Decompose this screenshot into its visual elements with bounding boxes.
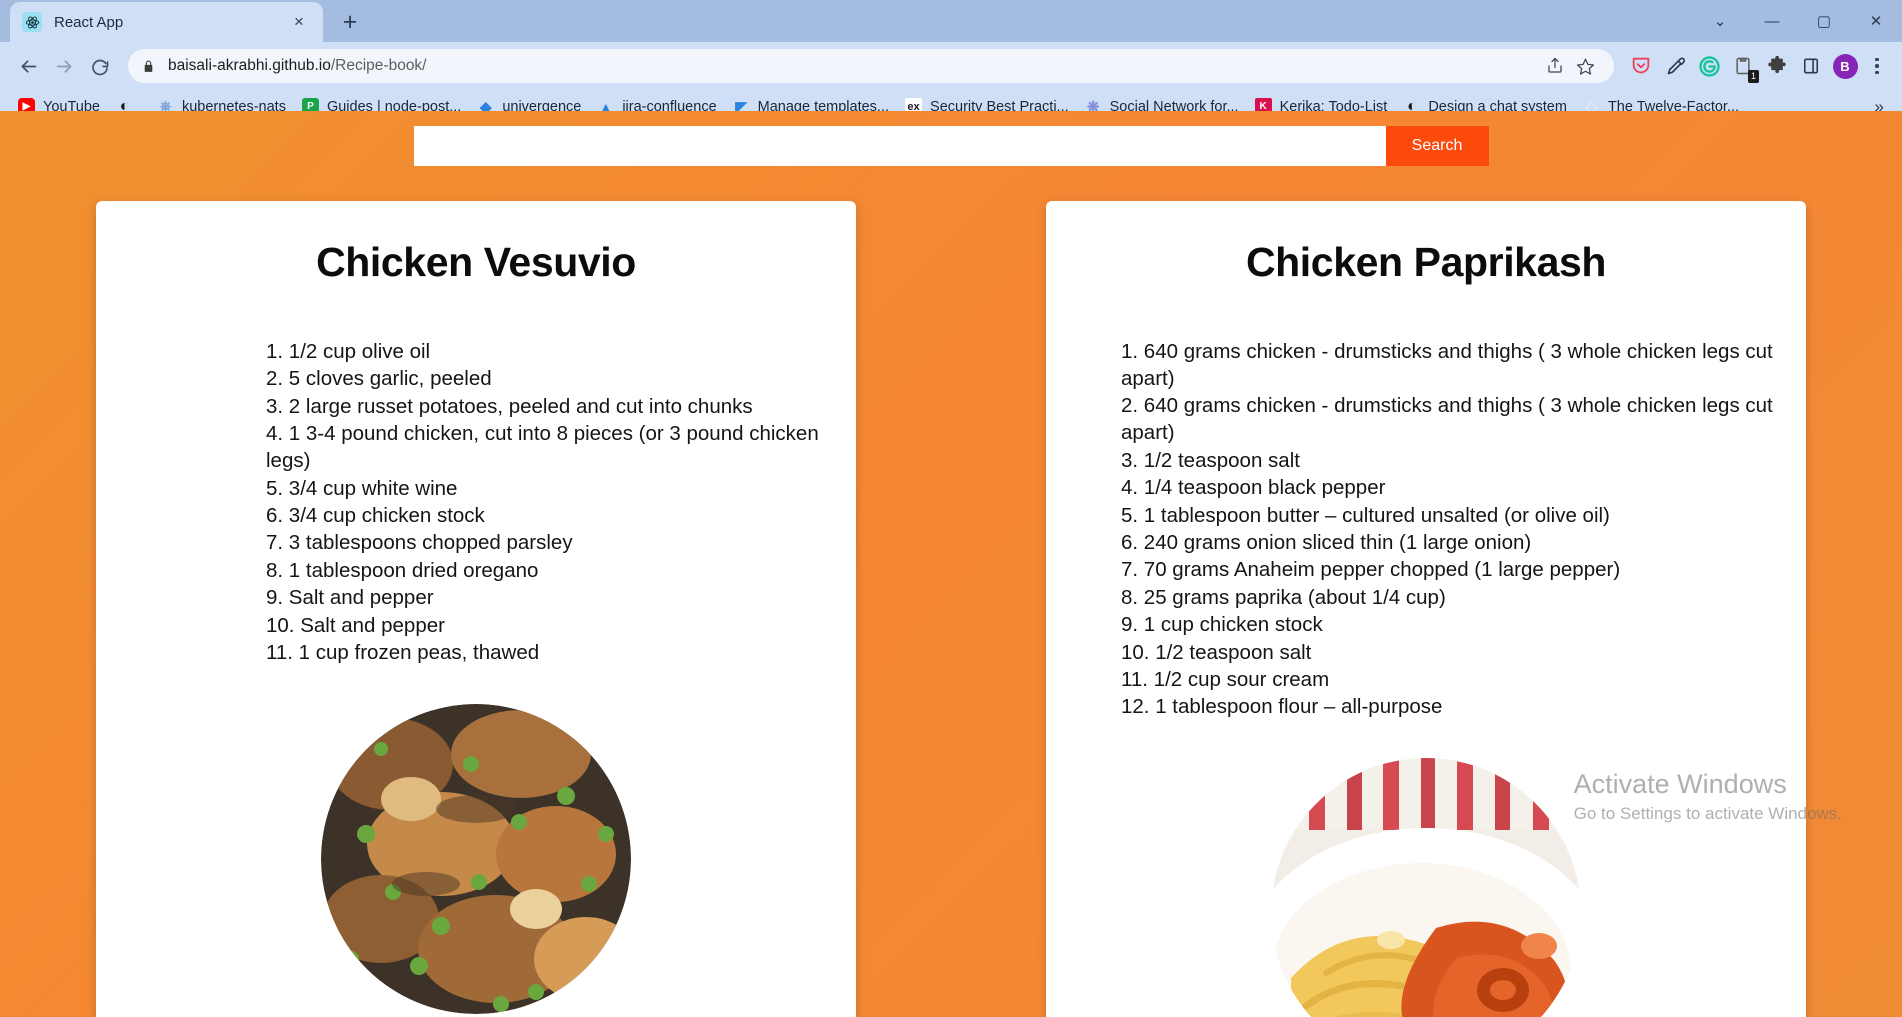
recipe-title: Chicken Paprikash [1245,239,1607,285]
ingredient-item: 2 large russet potatoes, peeled and cut … [96,393,856,420]
eyedropper-icon[interactable] [1658,49,1692,83]
back-icon[interactable] [10,48,46,84]
recipe-cards: Chicken Vesuvio 1/2 cup olive oil 5 clov… [0,166,1902,1017]
ingredient-item: 1 tablespoon flour – all-purpose [1046,693,1806,720]
ingredient-item: 1 tablespoon butter – cultured unsalted … [1046,502,1806,529]
ingredient-item: Salt and pepper [96,612,856,639]
reload-icon[interactable] [82,48,118,84]
tab-react-app[interactable]: React App × [10,2,323,42]
ingredient-item: 1/2 teaspoon salt [1046,447,1806,474]
search-button[interactable]: Search [1385,126,1489,166]
ingredient-item: 1 cup frozen peas, thawed [96,639,856,666]
close-window-icon[interactable]: ✕ [1850,0,1902,42]
recipe-image [1271,758,1581,1017]
pocket-icon[interactable] [1624,49,1658,83]
tab-strip: React App × + ⌄ — ▢ ✕ [0,0,1902,42]
ingredient-item: 70 grams Anaheim pepper chopped (1 large… [1046,556,1806,583]
recipe-title: Chicken Vesuvio [316,239,636,285]
sidebar-panel-icon[interactable] [1794,49,1828,83]
minimize-icon[interactable]: — [1746,0,1798,42]
forward-icon[interactable] [46,48,82,84]
browser-window: React App × + ⌄ — ▢ ✕ baisali-akrabhi.gi… [0,0,1902,1017]
url-host: baisali-akrabhi.github.io [168,57,331,74]
ingredient-item: 1/2 teaspoon salt [1046,639,1806,666]
ingredient-item: 1/2 cup olive oil [96,338,856,365]
ingredient-item: 240 grams onion sliced thin (1 large oni… [1046,529,1806,556]
browser-toolbar: baisali-akrabhi.github.io/Recipe-book/ 1… [0,42,1902,90]
grammarly-icon[interactable] [1692,49,1726,83]
ingredient-item: 3 tablespoons chopped parsley [96,529,856,556]
ingredient-item: 3/4 cup chicken stock [96,502,856,529]
window-controls: ⌄ — ▢ ✕ [1694,0,1902,42]
ingredient-item: 640 grams chicken - drumsticks and thigh… [1046,338,1806,392]
kebab-menu-icon[interactable] [1862,49,1892,83]
lock-icon [142,59,155,74]
clipboard-icon[interactable]: 1 [1726,49,1760,83]
ingredient-item: 25 grams paprika (about 1/4 cup) [1046,584,1806,611]
ingredient-list: 640 grams chicken - drumsticks and thigh… [1046,338,1806,720]
ingredient-item: 1/4 teaspoon black pepper [1046,474,1806,501]
avatar[interactable]: B [1828,49,1862,83]
ingredient-item: 1 cup chicken stock [1046,611,1806,638]
ingredient-item: 1 3-4 pound chicken, cut into 8 pieces (… [96,420,856,474]
ingredient-item: 5 cloves garlic, peeled [96,365,856,392]
url-text: baisali-akrabhi.github.io/Recipe-book/ [168,57,427,75]
url-path: /Recipe-book/ [330,57,427,74]
tab-title: React App [54,13,124,31]
search-input[interactable] [413,126,1386,166]
ingredient-item: Salt and pepper [96,584,856,611]
recipe-image [321,703,631,1014]
recipe-card: Chicken Paprikash 640 grams chicken - dr… [1046,201,1806,1017]
clipboard-badge: 1 [1747,70,1759,83]
ingredient-list: 1/2 cup olive oil 5 cloves garlic, peele… [96,338,856,666]
address-bar[interactable]: baisali-akrabhi.github.io/Recipe-book/ [128,49,1614,83]
omnibox-actions [1540,51,1600,81]
recipe-card: Chicken Vesuvio 1/2 cup olive oil 5 clov… [96,201,856,1017]
restore-down-icon[interactable]: ⌄ [1694,0,1746,42]
maximize-icon[interactable]: ▢ [1798,0,1850,42]
react-icon [22,12,42,32]
ingredient-item: 3/4 cup white wine [96,475,856,502]
extension-icons: 1 B [1624,49,1892,83]
close-icon[interactable]: × [287,10,311,34]
puzzle-extensions-icon[interactable] [1760,49,1794,83]
share-icon[interactable] [1540,51,1570,81]
ingredient-item: 1 tablespoon dried oregano [96,557,856,584]
new-tab-button[interactable]: + [333,5,367,39]
search-bar: Search [0,111,1902,166]
page-viewport: Search Chicken Vesuvio 1/2 cup olive oil… [0,111,1902,1017]
ingredient-item: 640 grams chicken - drumsticks and thigh… [1046,392,1806,446]
avatar-initial: B [1832,53,1858,79]
ingredient-item: 1/2 cup sour cream [1046,666,1806,693]
star-icon[interactable] [1570,51,1600,81]
